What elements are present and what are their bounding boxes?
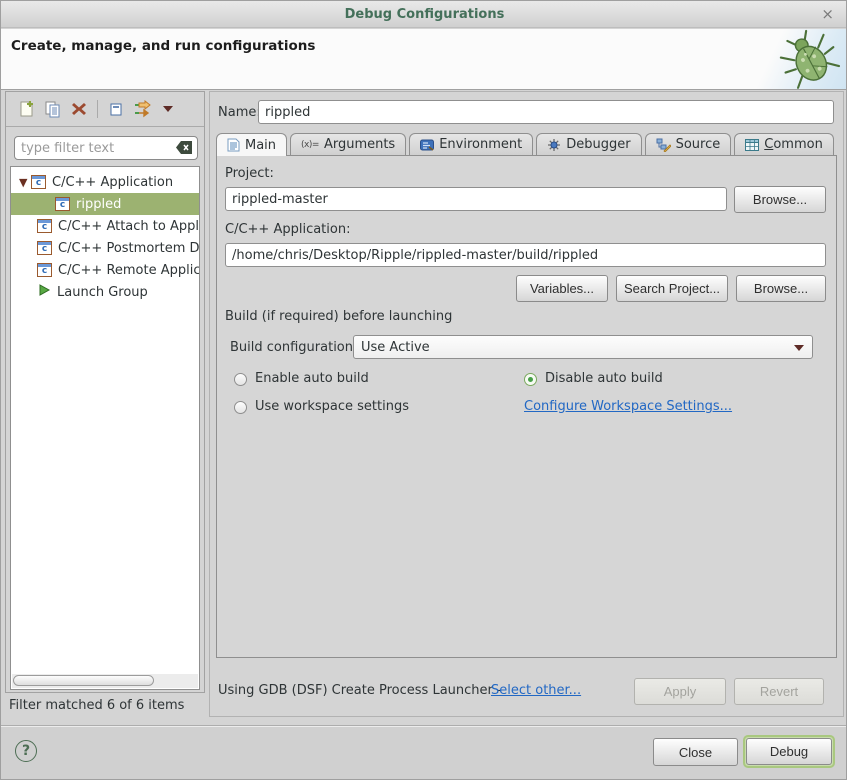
c-application-icon — [55, 197, 70, 211]
tab-label: Environment — [439, 137, 522, 152]
tree-item-label: C/C++ Application — [52, 175, 173, 190]
main-tab-icon — [227, 138, 240, 152]
title-bar: Debug Configurations × — [1, 1, 847, 28]
project-input[interactable] — [225, 187, 727, 211]
tree-horizontal-scrollbar[interactable] — [12, 674, 198, 688]
new-configuration-icon[interactable] — [14, 96, 40, 122]
page-title: Create, manage, and run configurations — [11, 38, 315, 54]
launcher-description: Using GDB (DSF) Create Process Launcher … — [218, 683, 502, 698]
launch-group-icon — [37, 283, 51, 301]
use-workspace-settings-label: Use workspace settings — [255, 399, 409, 414]
search-project-button[interactable]: Search Project... — [616, 275, 728, 302]
use-workspace-settings-radio[interactable] — [234, 401, 247, 414]
name-input[interactable] — [258, 100, 834, 124]
filter-field — [14, 136, 198, 160]
dropdown-arrow-icon — [794, 345, 804, 351]
debug-button[interactable]: Debug — [746, 738, 832, 765]
apply-button[interactable]: Apply — [634, 678, 726, 705]
footer-bar: ? Close Debug — [1, 727, 847, 780]
scrollbar-thumb[interactable] — [13, 675, 154, 686]
tab-arguments[interactable]: (x)= Arguments — [290, 133, 406, 155]
filter-status-text: Filter matched 6 of 6 items — [9, 698, 184, 713]
tab-source[interactable]: Source — [645, 133, 732, 155]
toolbar-separator — [97, 100, 98, 118]
header-banner: Create, manage, and run configurations — [1, 29, 847, 90]
tab-label: Common — [764, 137, 823, 152]
tree-item-label: C/C++ Attach to Application — [58, 219, 199, 234]
tab-common[interactable]: Common — [734, 133, 834, 155]
bug-corner-decoration — [753, 29, 847, 89]
build-configuration-value: Use Active — [361, 340, 430, 355]
disable-auto-build-label: Disable auto build — [545, 371, 663, 386]
clear-filter-icon[interactable] — [176, 141, 193, 158]
name-label: Name: — [218, 105, 261, 120]
debugger-tab-icon — [547, 138, 561, 152]
application-label: C/C++ Application: — [225, 222, 350, 237]
sidebar-toolbar — [6, 92, 204, 127]
project-label: Project: — [225, 166, 274, 181]
tree-item-label: Launch Group — [57, 285, 148, 300]
debug-default-ring: Debug — [743, 735, 835, 768]
tree-item-cpp-application[interactable]: ▼ C/C++ Application — [11, 171, 199, 193]
tree-item-label: C/C++ Postmortem Debugger — [58, 241, 199, 256]
c-application-icon — [37, 241, 52, 255]
configurations-sidebar: ▼ C/C++ Application rippled C/C++ Attach… — [5, 91, 205, 693]
tab-label: Arguments — [324, 137, 395, 152]
disable-auto-build-radio[interactable] — [524, 373, 537, 386]
application-browse-button[interactable]: Browse... — [736, 275, 826, 302]
source-tab-icon — [656, 138, 671, 152]
enable-auto-build-label: Enable auto build — [255, 371, 369, 386]
help-icon[interactable]: ? — [15, 740, 37, 762]
c-application-icon — [37, 219, 52, 233]
expander-down-icon[interactable]: ▼ — [19, 176, 31, 189]
delete-configuration-icon[interactable] — [66, 96, 92, 122]
build-configuration-dropdown[interactable]: Use Active — [353, 335, 813, 359]
configurations-tree: ▼ C/C++ Application rippled C/C++ Attach… — [10, 166, 200, 690]
build-configuration-label: Build configuration: — [230, 340, 357, 355]
configure-workspace-settings-link[interactable]: Configure Workspace Settings... — [524, 399, 732, 414]
tree-item-rippled[interactable]: rippled — [11, 193, 199, 215]
common-tab-icon — [745, 139, 759, 151]
tab-environment[interactable]: Environment — [409, 133, 533, 155]
collapse-all-icon[interactable] — [103, 96, 129, 122]
tree-item-launch-group[interactable]: Launch Group — [11, 281, 199, 303]
environment-tab-icon — [420, 139, 434, 151]
tree-item-label: rippled — [76, 197, 121, 212]
tab-label: Main — [245, 138, 276, 153]
enable-auto-build-radio[interactable] — [234, 373, 247, 386]
variables-button[interactable]: Variables... — [516, 275, 608, 302]
main-tab-content: Project: Browse... C/C++ Application: Va… — [216, 155, 837, 658]
build-section-heading: Build (if required) before launching — [225, 309, 452, 324]
filter-input[interactable] — [14, 136, 198, 160]
launcher-row: Using GDB (DSF) Create Process Launcher … — [210, 670, 843, 710]
select-other-launcher-link[interactable]: Select other... — [491, 683, 581, 698]
filter-configurations-icon[interactable] — [129, 96, 155, 122]
project-browse-button[interactable]: Browse... — [734, 186, 826, 213]
application-input[interactable] — [225, 243, 826, 267]
tab-main[interactable]: Main — [216, 133, 287, 156]
tab-debugger[interactable]: Debugger — [536, 133, 641, 155]
toolbar-menu-icon[interactable] — [155, 96, 181, 122]
debug-configurations-dialog: Debug Configurations × Create, manage, a… — [0, 0, 847, 780]
debug-bug-icon — [770, 20, 847, 98]
tab-label: Debugger — [566, 137, 630, 152]
close-button[interactable]: Close — [653, 738, 738, 766]
tab-bar: Main (x)= Arguments Environment — [216, 133, 837, 156]
tree-item-cpp-postmortem[interactable]: C/C++ Postmortem Debugger — [11, 237, 199, 259]
tab-label: Source — [676, 137, 721, 152]
arguments-tab-icon: (x)= — [301, 140, 319, 150]
c-application-icon — [31, 175, 46, 189]
dialog-title: Debug Configurations — [345, 7, 505, 22]
duplicate-configuration-icon[interactable] — [40, 96, 66, 122]
configuration-detail-panel: Name: Main (x)= Arguments Envir — [209, 91, 844, 717]
tree-item-cpp-remote[interactable]: C/C++ Remote Application — [11, 259, 199, 281]
revert-button[interactable]: Revert — [734, 678, 824, 705]
c-application-icon — [37, 263, 52, 277]
tree-item-cpp-attach[interactable]: C/C++ Attach to Application — [11, 215, 199, 237]
tree-item-label: C/C++ Remote Application — [58, 263, 199, 278]
